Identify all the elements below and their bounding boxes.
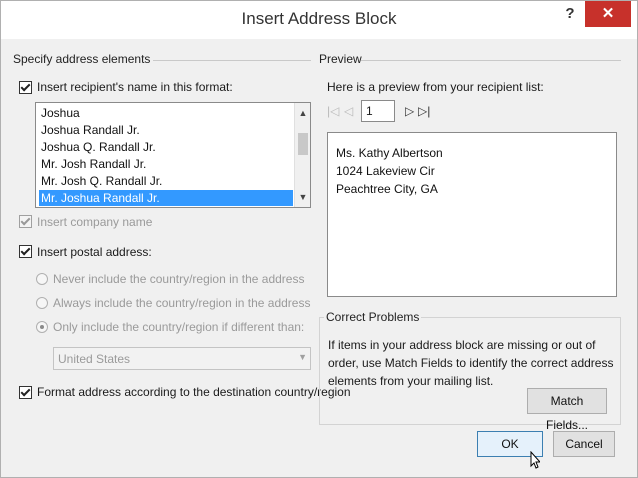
- radio-only-label: Only include the country/region if diffe…: [53, 320, 305, 334]
- last-record-icon[interactable]: ▷|: [418, 104, 430, 118]
- radio-never-country[interactable]: [36, 273, 48, 285]
- correct-problems-text: If items in your address block are missi…: [328, 338, 614, 388]
- postal-address-label: Insert postal address:: [37, 245, 152, 259]
- previous-record-icon[interactable]: ◁: [344, 104, 353, 118]
- correct-problems-heading: Correct Problems: [324, 310, 422, 324]
- title-bar[interactable]: Insert Address Block ? ✕: [1, 1, 637, 39]
- radio-only-different[interactable]: [36, 321, 48, 333]
- list-scrollbar[interactable]: ▲ ▼: [294, 103, 310, 207]
- group-divider: [361, 60, 621, 61]
- radio-always-label: Always include the country/region in the…: [53, 296, 311, 310]
- postal-address-checkbox[interactable]: [19, 245, 32, 258]
- radio-never-label: Never include the country/region in the …: [53, 272, 305, 286]
- checkmark-icon: [20, 81, 31, 92]
- dialog-title: Insert Address Block: [241, 9, 397, 28]
- radio-selected-dot: [40, 325, 44, 329]
- name-format-list[interactable]: Joshua Joshua Randall Jr. Joshua Q. Rand…: [35, 102, 311, 208]
- radio-always-country[interactable]: [36, 297, 48, 309]
- scrollbar-thumb[interactable]: [298, 133, 308, 155]
- chevron-down-icon[interactable]: ▼: [295, 189, 311, 205]
- preview-heading: Preview: [319, 52, 362, 66]
- checkmark-icon: [20, 245, 31, 256]
- country-value: United States: [58, 352, 131, 366]
- company-name-checkbox[interactable]: [19, 215, 32, 228]
- format-address-checkbox[interactable]: [19, 386, 32, 399]
- list-item-selected[interactable]: Mr. Joshua Randall Jr.: [39, 190, 293, 206]
- address-line: Ms. Kathy Albertson: [336, 146, 443, 160]
- close-icon: ✕: [601, 5, 615, 22]
- checkmark-icon: [20, 386, 31, 397]
- close-button[interactable]: ✕: [585, 1, 631, 27]
- country-dropdown[interactable]: United States ▼: [53, 347, 311, 370]
- address-preview: Ms. Kathy Albertson 1024 Lakeview Cir Pe…: [327, 132, 617, 297]
- match-fields-button[interactable]: Match Fields...: [527, 388, 607, 432]
- group-divider: [153, 60, 311, 61]
- checkmark-icon: [20, 215, 31, 226]
- chevron-down-icon[interactable]: ▼: [298, 352, 307, 362]
- preview-caption: Here is a preview from your recipient li…: [327, 80, 544, 94]
- specify-elements-heading: Specify address elements: [13, 52, 151, 66]
- list-item[interactable]: Mr. Josh Randall Jr.: [39, 156, 146, 172]
- address-line: 1024 Lakeview Cir: [336, 164, 435, 178]
- first-record-icon[interactable]: |◁: [327, 104, 339, 118]
- help-button[interactable]: ?: [557, 5, 583, 27]
- chevron-up-icon[interactable]: ▲: [295, 105, 311, 121]
- insert-address-block-dialog: Insert Address Block ? ✕ Specify address…: [0, 0, 638, 478]
- list-item[interactable]: Joshua Randall Jr.: [39, 122, 140, 138]
- company-name-label: Insert company name: [37, 215, 153, 229]
- recipient-name-label: Insert recipient's name in this format:: [37, 80, 233, 94]
- recipient-name-checkbox[interactable]: [19, 81, 32, 94]
- cancel-button[interactable]: Cancel: [553, 431, 615, 457]
- format-address-label: Format address according to the destinat…: [37, 385, 351, 399]
- mouse-pointer-icon: [530, 451, 540, 469]
- record-number-input[interactable]: 1: [361, 100, 395, 122]
- next-record-icon[interactable]: ▷: [405, 104, 414, 118]
- address-line: Peachtree City, GA: [336, 182, 438, 196]
- list-item[interactable]: Joshua Q. Randall Jr.: [39, 139, 156, 155]
- list-item[interactable]: Joshua: [39, 105, 80, 121]
- list-item[interactable]: Mr. Josh Q. Randall Jr.: [39, 173, 162, 189]
